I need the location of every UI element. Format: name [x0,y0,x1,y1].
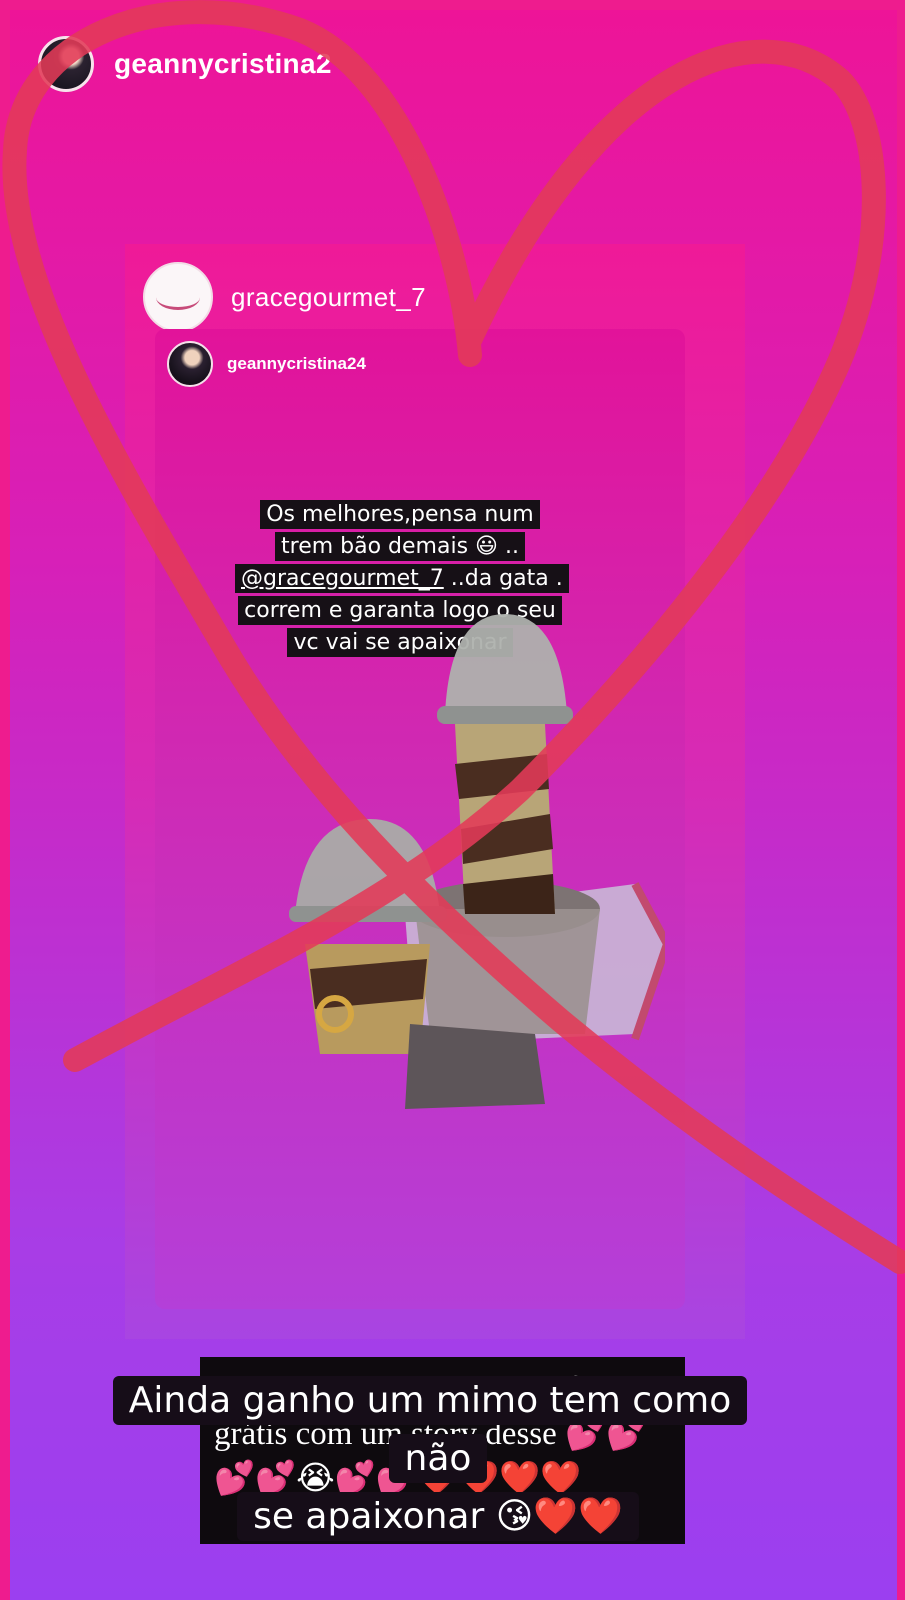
shared-post-card[interactable]: gracegourmet_7 geannycristina24 Os melho… [125,244,745,1544]
avatar[interactable] [38,36,94,92]
caption-emoji: 😘❤️❤️ [495,1496,623,1537]
caption-line-1: Ainda ganho um mimo tem como não [112,1376,748,1483]
inner-story-header[interactable]: geannycristina24 [167,341,366,387]
dessert-photo [289,614,665,1109]
shared-post-header[interactable]: gracegourmet_7 [143,262,426,332]
story-header[interactable]: geannycristina2 [38,36,332,92]
inner-story-username[interactable]: geannycristina24 [227,354,366,374]
caption-line-2: se apaixonar [253,1496,485,1537]
shared-post-username[interactable]: gracegourmet_7 [231,282,426,313]
story-username[interactable]: geannycristina2 [114,48,332,80]
grace-gourmet-logo[interactable] [143,262,213,332]
inner-story: geannycristina24 Os melhores,pensa num t… [155,329,685,1309]
inner-avatar[interactable] [167,341,213,387]
mention-link[interactable]: @gracegourmet_7 [241,566,444,591]
story-caption: Ainda ganho um mimo tem como não se apai… [88,1372,788,1546]
caption-text-1: Os melhores,pensa num trem bão demais 😃 … [266,502,534,559]
